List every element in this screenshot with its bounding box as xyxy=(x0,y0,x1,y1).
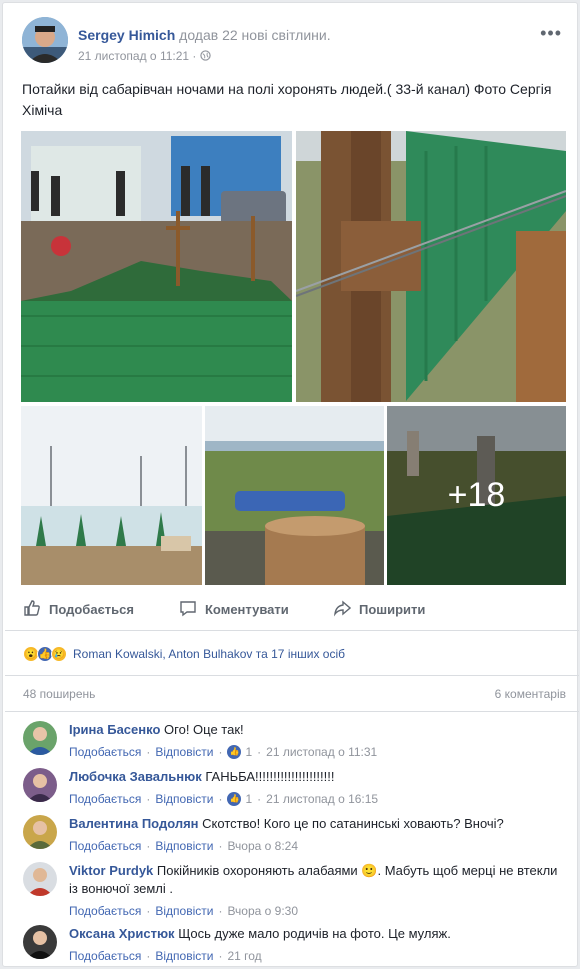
more-photos-overlay[interactable]: +18 xyxy=(387,406,566,585)
like-count-icon: 👍 xyxy=(227,745,242,759)
post-header: Sergey Himich додав 22 нові світлини. 21… xyxy=(22,17,562,67)
comment-text: Ого! Оце так! xyxy=(164,722,244,737)
comment-like-link[interactable]: Подобається xyxy=(69,902,141,920)
comment-icon xyxy=(179,599,205,620)
thumbs-up-icon xyxy=(23,599,49,620)
shares-count[interactable]: 48 поширень xyxy=(23,687,95,701)
post-action: додав 22 нові світлини. xyxy=(179,27,331,43)
photo-1[interactable] xyxy=(21,131,292,402)
like-count-icon: 👍 xyxy=(227,792,242,806)
like-button[interactable]: Подобається xyxy=(23,593,134,625)
commenter-avatar[interactable] xyxy=(23,721,57,755)
divider xyxy=(5,675,579,676)
comment-time[interactable]: Вчора о 8:24 xyxy=(227,837,298,855)
reactions-summary[interactable]: 😮 👍 😢 Roman Kowalski, Anton Bulhakov та … xyxy=(23,643,345,665)
comment-meta: Подобається · Відповісти · 👍 1 · 21 листопад… xyxy=(69,790,379,808)
comment-meta: Подобається · Відповісти · 👍 1 · 21 листопад… xyxy=(69,743,378,761)
photo-5[interactable]: +18 xyxy=(387,406,566,585)
comment-body: Ірина Басенко Ого! Оце так! Подобається ·… xyxy=(69,721,563,761)
comment-meta: Подобається · Відповісти · Вчора о 9:30 xyxy=(69,902,299,920)
author-name[interactable]: Sergey Himich xyxy=(78,27,175,43)
comment-reply-link[interactable]: Відповісти xyxy=(155,902,213,920)
comment-reply-link[interactable]: Відповісти xyxy=(155,837,213,855)
commenter-name[interactable]: Любочка Завальнюк xyxy=(69,769,202,784)
comment-reply-link[interactable]: Відповісти xyxy=(155,947,213,965)
post-card: Sergey Himich додав 22 нові світлини. 21… xyxy=(2,2,579,967)
comment-time[interactable]: 21 листопад о 16:15 xyxy=(266,790,378,808)
photo-4[interactable] xyxy=(205,406,384,585)
post-title-line: Sergey Himich додав 22 нові світлини. xyxy=(78,27,331,43)
comment-like-link[interactable]: Подобається xyxy=(69,790,141,808)
comment-body: Любочка Завальнюк ГАНЬБА!!!!!!!!!!!!!!!!… xyxy=(69,768,563,808)
comment-like-link[interactable]: Подобається xyxy=(69,837,141,855)
comment-reply-link[interactable]: Відповісти xyxy=(155,790,213,808)
commenter-name[interactable]: Ірина Басенко xyxy=(69,722,160,737)
post-text: Потайки від сабарівчан ночами на полі хо… xyxy=(22,81,552,118)
commenter-avatar[interactable] xyxy=(23,862,57,896)
comment-time[interactable]: 21 год xyxy=(227,947,261,965)
comment-label: Коментувати xyxy=(205,601,289,617)
commenter-avatar[interactable] xyxy=(23,768,57,802)
comment-like-link[interactable]: Подобається xyxy=(69,743,141,761)
comment-like-count[interactable]: 1 xyxy=(245,790,252,808)
like-label: Подобається xyxy=(49,601,134,617)
comment-text: Скотство! Кого це по сатанинські ховають… xyxy=(202,816,504,831)
comment-reply-link[interactable]: Відповісти xyxy=(155,743,213,761)
divider xyxy=(5,711,579,712)
comment-meta: Подобається · Відповісти · 21 год xyxy=(69,947,262,965)
photo-3[interactable] xyxy=(21,406,202,585)
photo-2[interactable] xyxy=(296,131,566,402)
meta-dot: · xyxy=(192,49,200,63)
divider xyxy=(5,630,579,631)
commenter-name[interactable]: Viktor Purdyk xyxy=(69,863,153,878)
comment-time[interactable]: 21 листопад о 11:31 xyxy=(266,743,377,761)
globe-icon xyxy=(200,49,211,63)
sad-reaction-icon: 😢 xyxy=(51,646,67,662)
post-date[interactable]: 21 листопад о 11:21 xyxy=(78,49,189,63)
commenter-name[interactable]: Оксана Христюк xyxy=(69,926,175,941)
comment-body: Валентина Подолян Скотство! Кого це по с… xyxy=(69,815,563,855)
comment-meta: Подобається · Відповісти · Вчора о 8:24 xyxy=(69,837,299,855)
comments-count[interactable]: 6 коментарів xyxy=(495,687,566,701)
comment-button[interactable]: Коментувати xyxy=(179,593,289,625)
post-actions-bar: Подобається Коментувати Поширити xyxy=(21,593,566,625)
comment-time[interactable]: Вчора о 9:30 xyxy=(227,902,298,920)
comment-like-count[interactable]: 1 xyxy=(245,743,252,761)
more-options-icon[interactable]: ••• xyxy=(540,23,562,44)
author-avatar[interactable] xyxy=(22,17,68,63)
reaction-names[interactable]: Roman Kowalski, Anton Bulhakov та 17 інш… xyxy=(73,647,345,661)
commenter-avatar[interactable] xyxy=(23,925,57,959)
share-button[interactable]: Поширити xyxy=(333,593,425,625)
share-label: Поширити xyxy=(359,601,426,617)
comment-body: Viktor Purdyk Покійників охороняють алаб… xyxy=(69,862,563,920)
post-meta: 21 листопад о 11:21 · xyxy=(78,49,211,63)
photo-grid: +18 xyxy=(21,131,566,585)
comment-like-link[interactable]: Подобається xyxy=(69,947,141,965)
commenter-avatar[interactable] xyxy=(23,815,57,849)
comment-text: Щось дуже мало родичів на фото. Це муляж… xyxy=(178,926,451,941)
comment-body: Оксана Христюк Щось дуже мало родичів на… xyxy=(69,925,563,965)
post-stats: 48 поширень 6 коментарів xyxy=(23,687,566,701)
comment-text: ГАНЬБА!!!!!!!!!!!!!!!!!!!!!! xyxy=(205,769,335,784)
share-icon xyxy=(333,599,359,620)
commenter-name[interactable]: Валентина Подолян xyxy=(69,816,199,831)
